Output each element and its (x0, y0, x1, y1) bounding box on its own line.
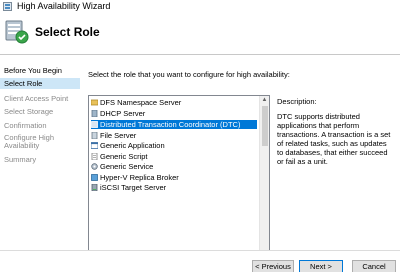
role-label: DHCP Server (100, 109, 146, 118)
select-role-icon (5, 20, 29, 44)
generic-service-icon (91, 163, 98, 170)
description-label: Description: (277, 97, 317, 106)
scroll-up-arrow-icon[interactable]: ▲ (260, 96, 269, 105)
role-label: File Server (100, 131, 137, 140)
role-label: Generic Application (100, 141, 165, 150)
nav-step-confirmation: Confirmation (4, 121, 47, 130)
role-item-dfs-namespace-server[interactable]: DFS Namespace Server (91, 98, 257, 107)
previous-button[interactable]: < Previous (252, 260, 294, 272)
role-item-dtc[interactable]: Distributed Transaction Coordinator (DTC… (91, 120, 257, 129)
wizard-step-nav: Before You Begin Select Role Client Acce… (0, 55, 80, 272)
hyperv-replica-broker-icon (91, 174, 98, 181)
role-label: DFS Namespace Server (100, 98, 182, 107)
role-list-scrollbar[interactable]: ▲ (259, 96, 269, 250)
nav-step-select-storage: Select Storage (4, 107, 54, 116)
generic-script-icon (91, 153, 98, 160)
wizard-content: Select the role that you want to configu… (80, 55, 400, 251)
scrollbar-thumb[interactable] (262, 106, 268, 146)
dhcp-server-icon (91, 110, 98, 117)
file-server-icon (91, 132, 98, 139)
title-bar: High Availability Wizard (0, 0, 400, 13)
generic-application-icon (91, 142, 98, 149)
nav-step-configure-high-availability: Configure High Availability (4, 133, 55, 150)
role-item-generic-script[interactable]: Generic Script (91, 152, 257, 161)
cancel-button[interactable]: Cancel (352, 260, 396, 272)
page-title: Select Role (35, 25, 100, 39)
nav-step-summary: Summary (4, 155, 37, 164)
instruction-text: Select the role that you want to configu… (88, 70, 290, 79)
role-label: Distributed Transaction Coordinator (DTC… (100, 120, 241, 129)
footer-divider (0, 250, 400, 251)
role-label: Hyper-V Replica Broker (100, 173, 179, 182)
role-item-dhcp-server[interactable]: DHCP Server (91, 109, 257, 118)
nav-step-client-access-point: Client Access Point (4, 94, 69, 103)
role-item-iscsi-target-server[interactable]: iSCSI Target Server (91, 183, 257, 192)
dfs-namespace-icon (91, 99, 98, 106)
window-title: High Availability Wizard (17, 1, 111, 11)
wizard-header: Select Role (0, 13, 400, 54)
role-label: iSCSI Target Server (100, 183, 167, 192)
role-item-hyperv-replica-broker[interactable]: Hyper-V Replica Broker (91, 173, 257, 182)
role-label: Generic Script (100, 152, 148, 161)
role-item-generic-service[interactable]: Generic Service (91, 162, 257, 171)
role-item-file-server[interactable]: File Server (91, 131, 257, 140)
role-label: Generic Service (100, 162, 154, 171)
nav-step-select-role[interactable]: Select Role (0, 78, 80, 89)
next-button[interactable]: Next > (299, 260, 343, 272)
nav-step-before-you-begin[interactable]: Before You Begin (0, 66, 80, 75)
dtc-icon (91, 121, 98, 128)
role-item-generic-application[interactable]: Generic Application (91, 141, 257, 150)
description-text: DTC supports distributed applications th… (277, 112, 391, 166)
role-listbox[interactable]: DFS Namespace Server DHCP Server Distrib… (88, 95, 270, 251)
iscsi-target-icon (91, 184, 98, 191)
cluster-wizard-icon (3, 2, 12, 11)
